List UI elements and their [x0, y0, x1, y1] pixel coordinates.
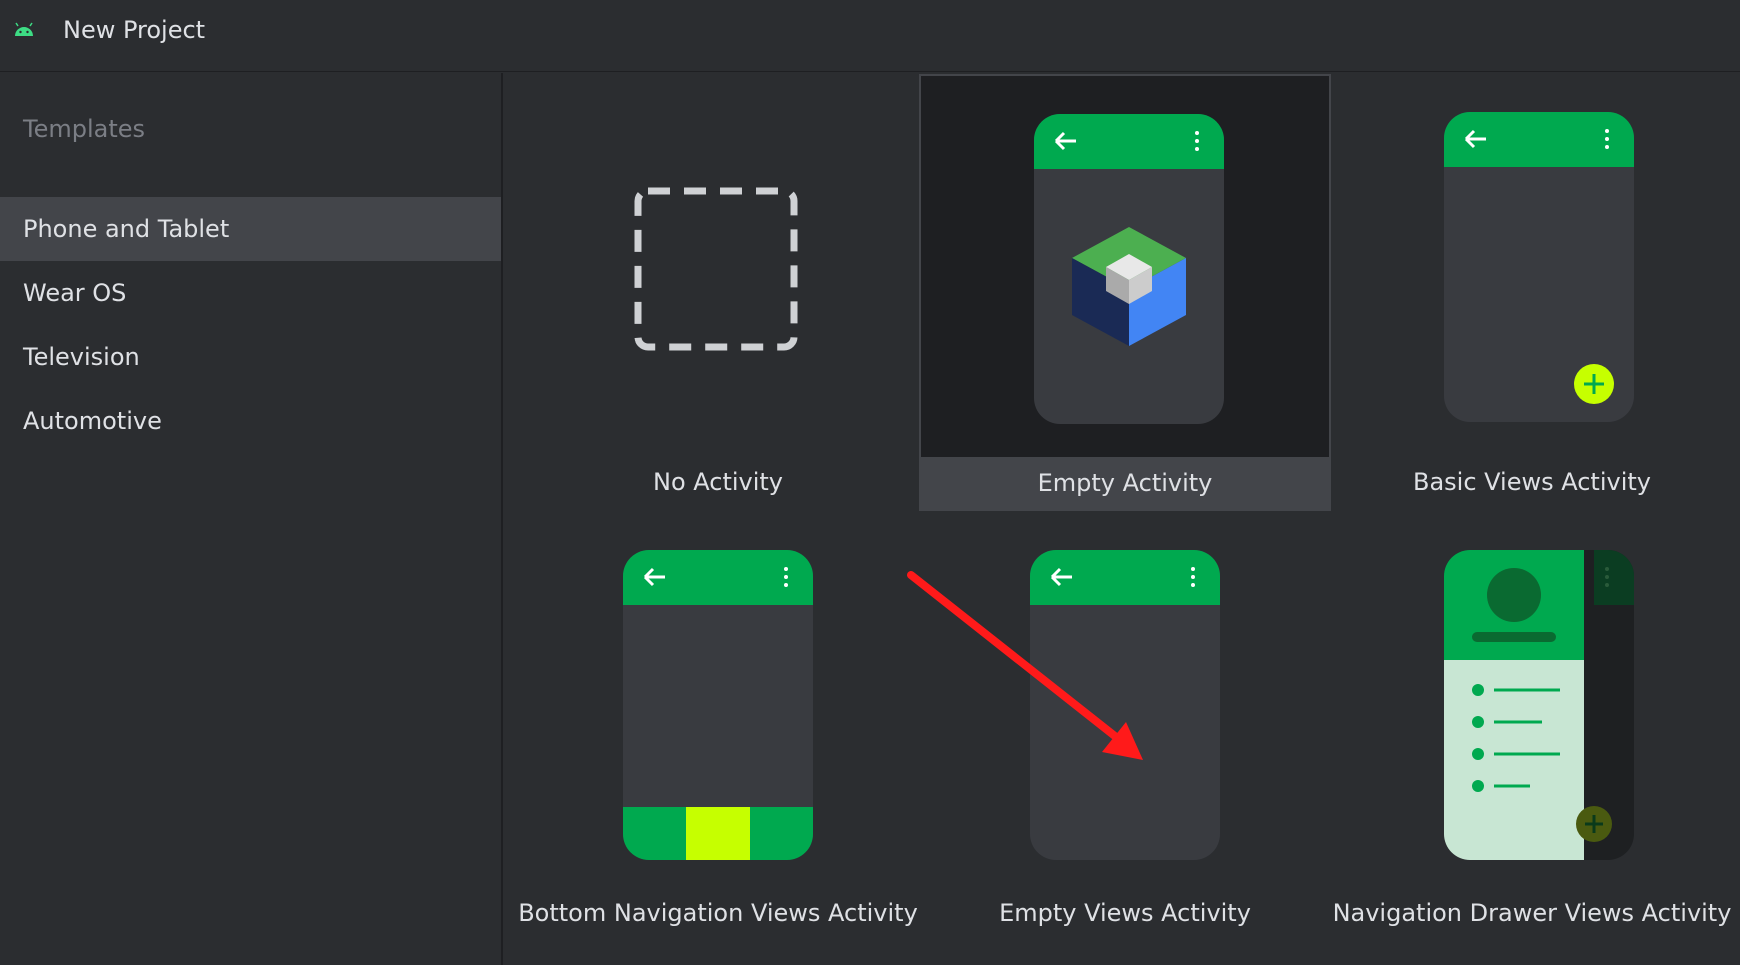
sidebar-item-automotive[interactable]: Automotive: [0, 389, 501, 453]
template-empty-activity[interactable]: Empty Activity: [919, 74, 1331, 511]
sidebar-item-phone-and-tablet[interactable]: Phone and Tablet: [0, 197, 501, 261]
template-label: No Activity: [652, 468, 784, 496]
template-empty-views-activity[interactable]: Empty Views Activity: [919, 511, 1331, 948]
template-bottom-navigation-views-activity[interactable]: Bottom Navigation Views Activity: [512, 511, 924, 948]
template-navigation-drawer-views-activity[interactable]: Navigation Drawer Views Activity: [1326, 511, 1738, 948]
sidebar-item-label: Television: [23, 343, 140, 371]
template-label: Empty Views Activity: [999, 899, 1251, 927]
template-label: Empty Activity: [1037, 469, 1213, 497]
template-grid: No Activity Empty Activity Basic Views A…: [505, 73, 1740, 965]
phone-preview-navigation-drawer: [1444, 550, 1634, 860]
sidebar-item-label: Wear OS: [23, 279, 127, 307]
template-label: Bottom Navigation Views Activity: [518, 899, 918, 927]
template-basic-views-activity[interactable]: Basic Views Activity: [1326, 75, 1738, 512]
templates-sidebar: Templates Phone and Tablet Wear OS Telev…: [0, 73, 503, 965]
sidebar-item-television[interactable]: Television: [0, 325, 501, 389]
sidebar-heading: Templates: [23, 115, 146, 143]
template-label: Navigation Drawer Views Activity: [1332, 899, 1732, 927]
title-bar: New Project: [0, 0, 1740, 72]
empty-dashed-square-icon: [634, 187, 798, 351]
phone-preview-empty-views: [1030, 550, 1220, 860]
sidebar-item-label: Automotive: [23, 407, 162, 435]
phone-preview-bottom-navigation: [623, 550, 813, 860]
template-no-activity[interactable]: No Activity: [512, 75, 924, 512]
template-label: Basic Views Activity: [1412, 468, 1651, 496]
window-title: New Project: [63, 16, 206, 44]
phone-preview-compose: [1034, 114, 1224, 424]
phone-preview-basic: [1444, 112, 1634, 422]
sidebar-item-label: Phone and Tablet: [23, 215, 230, 243]
sidebar-item-wear-os[interactable]: Wear OS: [0, 261, 501, 325]
android-icon: [15, 22, 33, 36]
